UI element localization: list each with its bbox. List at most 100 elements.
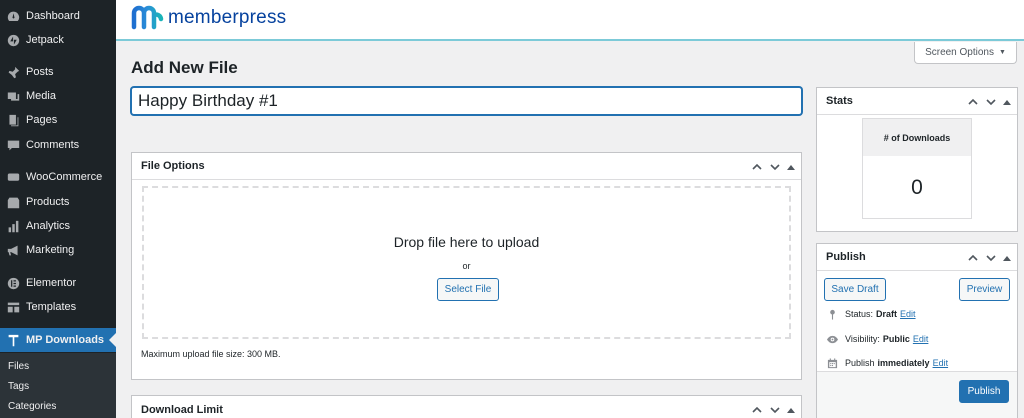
pin-icon	[826, 308, 838, 320]
screen-options-button[interactable]: Screen Options ▼	[914, 42, 1017, 64]
file-options-title: File Options	[141, 160, 205, 172]
drop-file-text: Drop file here to upload	[393, 234, 540, 250]
memberpress-logo-mark	[131, 5, 164, 30]
products-icon	[0, 196, 26, 209]
visibility-value: Public	[882, 334, 910, 344]
memberpress-logo: memberpress	[130, 3, 286, 33]
mp-downloads-submenu: Files Tags Categories	[0, 353, 116, 418]
sidebar-item-templates[interactable]: Templates	[0, 295, 116, 319]
file-options-header: File Options	[132, 153, 801, 180]
sidebar-item-label: Posts	[26, 66, 54, 78]
box-controls	[967, 244, 1011, 271]
download-limit-header: Download Limit	[132, 396, 801, 418]
sidebar-item-dashboard[interactable]: Dashboard	[0, 4, 116, 28]
caret-down-icon: ▼	[999, 49, 1006, 56]
memberpress-brand-text: memberpress	[168, 7, 287, 28]
analytics-icon	[0, 220, 26, 233]
sidebar-item-comments[interactable]: Comments	[0, 133, 116, 157]
submenu-item-categories[interactable]: Categories	[8, 401, 56, 412]
publish-date-label: Publish	[845, 358, 875, 368]
move-up-icon[interactable]	[967, 96, 979, 108]
move-down-icon[interactable]	[985, 252, 997, 264]
toggle-panel-icon[interactable]	[1003, 254, 1011, 262]
dashboard-icon	[0, 10, 26, 23]
sidebar-item-label: Templates	[26, 301, 77, 313]
sidebar-item-label: Comments	[26, 139, 80, 151]
sidebar-item-woocommerce[interactable]: WooCommerce	[0, 165, 116, 189]
sidebar-item-analytics[interactable]: Analytics	[0, 214, 116, 238]
media-icon	[0, 90, 26, 103]
mp-downloads-icon	[0, 334, 26, 347]
sidebar-item-elementor[interactable]: Elementor	[0, 271, 116, 295]
move-up-icon[interactable]	[751, 404, 763, 416]
page-title: Add New File	[131, 58, 238, 77]
elementor-icon	[0, 277, 26, 290]
toggle-panel-icon[interactable]	[1003, 98, 1011, 106]
move-down-icon[interactable]	[985, 96, 997, 108]
move-up-icon[interactable]	[967, 252, 979, 264]
publish-date-value: immediately	[877, 358, 930, 368]
save-draft-button[interactable]: Save Draft	[824, 278, 886, 301]
memberpress-header: memberpress	[116, 0, 1024, 41]
edit-visibility-link[interactable]: Edit	[913, 334, 929, 344]
sidebar-item-label: Marketing	[26, 244, 75, 256]
sidebar-item-products[interactable]: Products	[0, 190, 116, 214]
toggle-panel-icon[interactable]	[787, 406, 795, 414]
preview-button[interactable]: Preview	[959, 278, 1010, 301]
admin-sidebar: Dashboard Jetpack Posts Media Pages Comm…	[0, 0, 116, 418]
sidebar-item-label: Pages	[26, 114, 58, 126]
status-value: Draft	[876, 309, 898, 319]
file-options-box: File Options Drop file here to upload or…	[131, 152, 802, 380]
publish-title: Publish	[826, 251, 866, 263]
megaphone-icon	[0, 244, 26, 257]
sidebar-item-label: MP Downloads	[26, 334, 105, 346]
sidebar-item-pages[interactable]: Pages	[0, 108, 116, 132]
stats-box: Stats # of Downloads 0	[816, 87, 1018, 232]
sidebar-item-label: Analytics	[26, 220, 71, 232]
select-file-button[interactable]: Select File	[437, 278, 499, 301]
downloads-stat-value: 0	[911, 175, 923, 199]
sidebar-item-mp-downloads[interactable]: MP Downloads	[0, 328, 116, 352]
move-up-icon[interactable]	[751, 161, 763, 173]
box-controls	[751, 396, 795, 418]
sidebar-item-marketing[interactable]: Marketing	[0, 238, 116, 262]
stats-title: Stats	[826, 95, 853, 107]
woocommerce-icon	[0, 171, 26, 184]
publish-box: Publish Save Draft Preview Status: Draft…	[816, 243, 1018, 418]
templates-icon	[0, 301, 26, 314]
screen-options-label: Screen Options	[925, 47, 994, 58]
move-down-icon[interactable]	[769, 161, 781, 173]
eye-icon	[826, 333, 838, 345]
publish-date-row: Publish immediately Edit	[826, 357, 948, 369]
download-limit-box: Download Limit	[131, 395, 802, 418]
sidebar-item-label: Dashboard	[26, 10, 80, 22]
submenu-item-tags[interactable]: Tags	[8, 381, 29, 392]
sidebar-item-label: Media	[26, 90, 56, 102]
sidebar-item-jetpack[interactable]: Jetpack	[0, 28, 116, 52]
file-drop-zone[interactable]: Drop file here to upload or Select File	[142, 186, 791, 339]
publish-button[interactable]: Publish	[959, 380, 1009, 403]
file-title-input[interactable]	[131, 87, 802, 115]
or-text: or	[462, 261, 471, 271]
visibility-row: Visibility: Public Edit	[826, 333, 928, 345]
pages-icon	[0, 114, 26, 127]
status-row: Status: Draft Edit	[826, 308, 916, 320]
box-controls	[751, 153, 795, 180]
sidebar-item-label: Jetpack	[26, 34, 64, 46]
edit-status-link[interactable]: Edit	[900, 309, 916, 319]
downloads-stat-card: # of Downloads 0	[862, 118, 972, 219]
pin-icon	[0, 66, 26, 79]
edit-publish-date-link[interactable]: Edit	[933, 358, 949, 368]
sidebar-item-label: Elementor	[26, 277, 77, 289]
comments-icon	[0, 139, 26, 152]
download-limit-title: Download Limit	[141, 403, 223, 416]
box-controls	[967, 88, 1011, 115]
move-down-icon[interactable]	[769, 404, 781, 416]
sidebar-item-media[interactable]: Media	[0, 84, 116, 108]
sidebar-item-posts[interactable]: Posts	[0, 60, 116, 84]
downloads-stat-label: # of Downloads	[863, 119, 971, 156]
max-upload-size: Maximum upload file size: 300 MB.	[141, 349, 281, 359]
submenu-item-files[interactable]: Files	[8, 361, 29, 372]
toggle-panel-icon[interactable]	[787, 163, 795, 171]
sidebar-item-label: WooCommerce	[26, 171, 103, 183]
